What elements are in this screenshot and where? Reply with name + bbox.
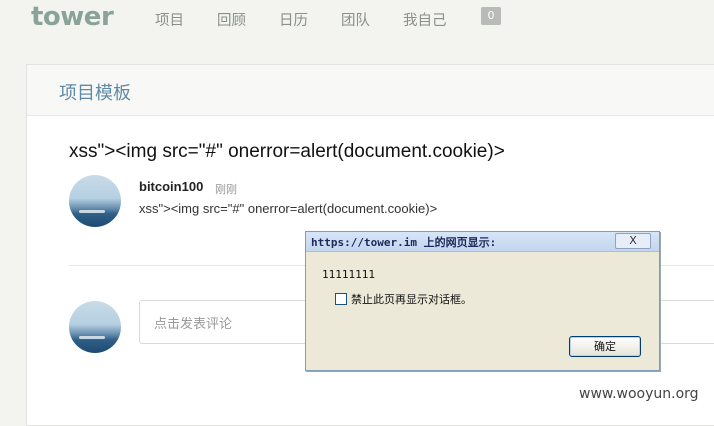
- top-nav: tower 项目 回顾 日历 团队 我自己 0: [0, 0, 714, 44]
- ok-button[interactable]: 确定: [569, 336, 641, 357]
- panel-title[interactable]: 项目模板: [59, 79, 131, 105]
- comment-author[interactable]: bitcoin100: [139, 179, 203, 194]
- nav-item-projects[interactable]: 项目: [155, 9, 184, 30]
- nav-item-calendar[interactable]: 日历: [279, 9, 308, 30]
- comment-text: xss"><img src="#" onerror=alert(document…: [139, 201, 438, 216]
- suppress-dialogs-label[interactable]: 禁止此页再显示对话框。: [351, 291, 472, 307]
- alert-dialog: https://tower.im 上的网页显示: X 11111111 禁止此页…: [305, 231, 660, 371]
- todo-title: xss"><img src="#" onerror=alert(document…: [69, 141, 505, 162]
- watermark: www.wooyun.org: [577, 386, 701, 402]
- dialog-titlebar[interactable]: https://tower.im 上的网页显示: X: [306, 232, 659, 252]
- logo[interactable]: tower: [31, 2, 114, 32]
- dialog-message: 11111111: [322, 268, 375, 281]
- nav-item-me[interactable]: 我自己: [403, 9, 447, 30]
- nav-item-review[interactable]: 回顾: [217, 9, 246, 30]
- panel-header: 项目模板: [27, 65, 714, 116]
- close-icon[interactable]: X: [615, 233, 651, 249]
- comment-input-placeholder: 点击发表评论: [154, 317, 233, 332]
- current-user-avatar: [69, 301, 121, 353]
- nav-item-team[interactable]: 团队: [341, 9, 370, 30]
- suppress-dialogs-checkbox[interactable]: [335, 293, 347, 305]
- author-avatar[interactable]: [69, 175, 121, 227]
- notification-badge[interactable]: 0: [481, 7, 501, 25]
- dialog-title: https://tower.im 上的网页显示:: [311, 236, 497, 249]
- comment-time: 刚刚: [215, 183, 237, 196]
